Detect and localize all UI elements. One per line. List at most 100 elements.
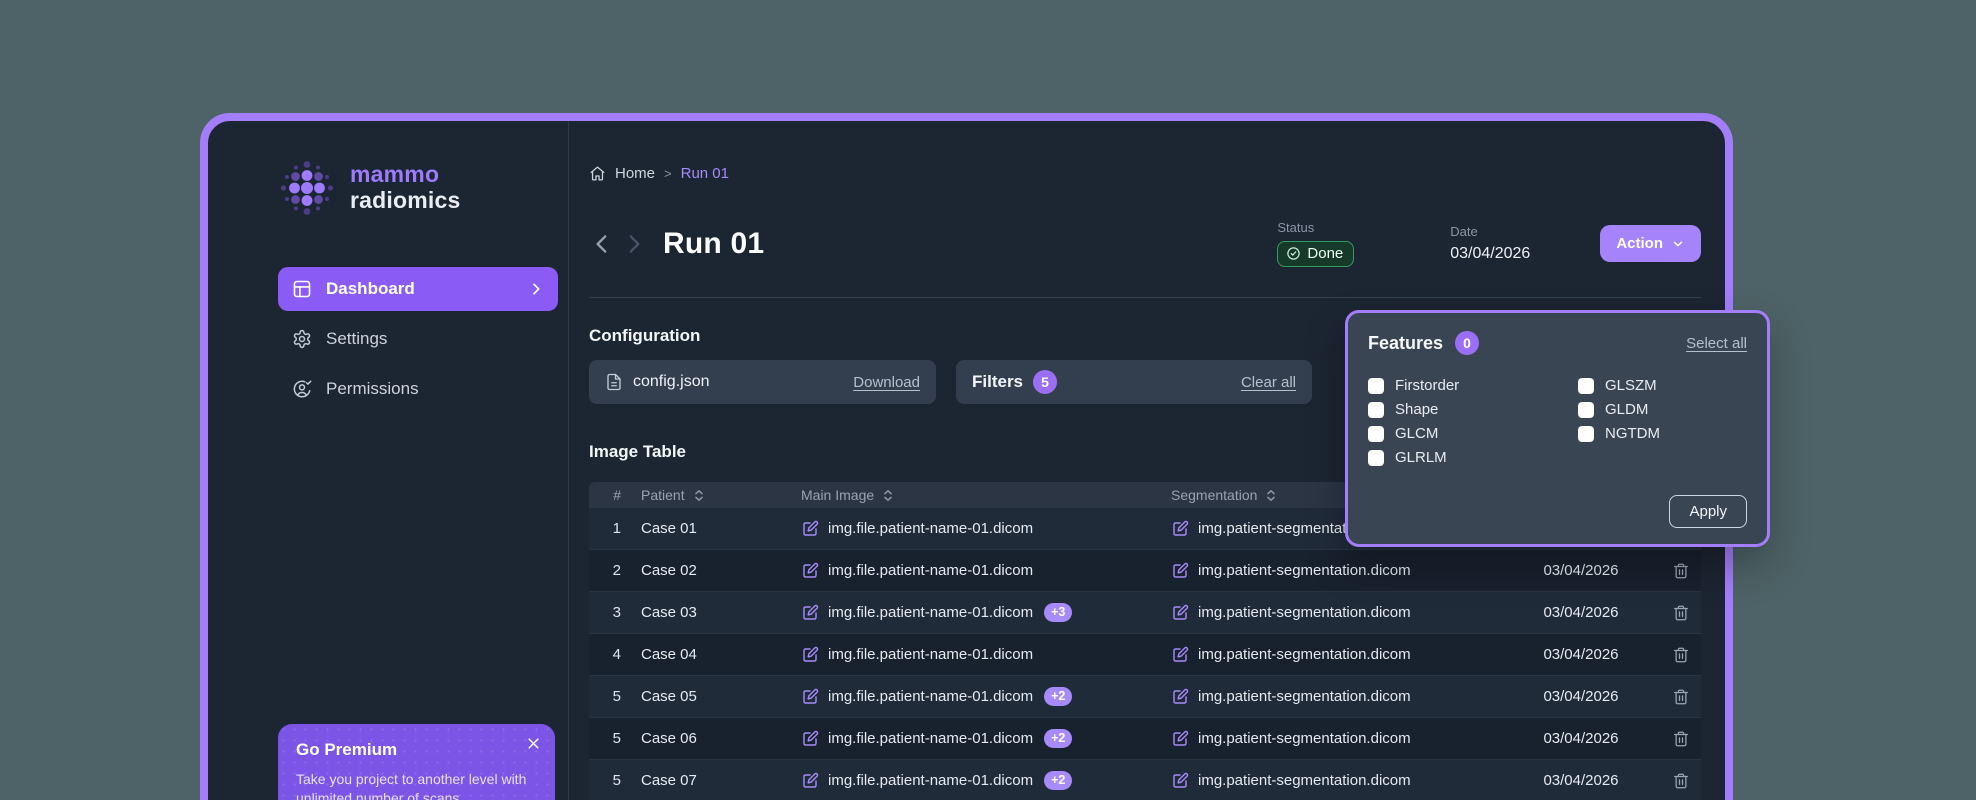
row-number: 5 — [612, 730, 621, 747]
date-label: Date — [1450, 224, 1478, 239]
trash-icon[interactable] — [1672, 562, 1690, 580]
segmentation-filename: img.patient-segmentation.dicom — [1198, 646, 1411, 663]
sort-icon — [882, 489, 894, 502]
breadcrumb-separator: > — [664, 166, 672, 181]
sidebar-item-label: Settings — [326, 329, 388, 348]
trash-icon[interactable] — [1672, 646, 1690, 664]
gear-icon — [292, 329, 312, 349]
feature-option[interactable]: Shape — [1368, 401, 1578, 418]
extra-images-badge: +2 — [1044, 729, 1073, 748]
patient-name: Case 06 — [641, 730, 697, 747]
main-image-cell: img.file.patient-name-01.dicom +2 — [801, 729, 1171, 748]
edit-icon[interactable] — [801, 730, 819, 748]
edit-icon[interactable] — [801, 520, 819, 538]
edit-icon[interactable] — [1171, 772, 1189, 790]
close-icon[interactable] — [526, 736, 541, 751]
row-date: 03/04/2026 — [1543, 646, 1619, 663]
table-column-header[interactable]: Patient — [629, 487, 801, 503]
row-date: 03/04/2026 — [1543, 562, 1619, 579]
sidebar-item-dashboard[interactable]: Dashboard — [278, 267, 558, 311]
header-divider — [589, 297, 1701, 298]
feature-option[interactable]: GLRLM — [1368, 449, 1578, 466]
sort-icon — [1265, 489, 1277, 502]
edit-icon[interactable] — [801, 772, 819, 790]
table-row[interactable]: 3 Case 03 img.file.patient-name-01.dicom… — [589, 592, 1701, 634]
patient-name: Case 01 — [641, 520, 697, 537]
table-row[interactable]: 5 Case 06 img.file.patient-name-01.dicom… — [589, 718, 1701, 760]
feature-option[interactable]: NGTDM — [1578, 425, 1747, 442]
edit-icon[interactable] — [801, 688, 819, 706]
edit-icon[interactable] — [1171, 520, 1189, 538]
chevron-left-icon[interactable] — [589, 231, 615, 257]
table-row[interactable]: 2 Case 02 img.file.patient-name-01.dicom… — [589, 550, 1701, 592]
feature-checkbox[interactable] — [1368, 449, 1384, 466]
sidebar-item-permissions[interactable]: Permissions — [278, 367, 558, 411]
row-number: 5 — [612, 688, 621, 705]
edit-icon[interactable] — [801, 646, 819, 664]
extra-images-badge: +2 — [1044, 687, 1073, 706]
features-title: Features — [1368, 332, 1444, 353]
feature-option[interactable]: GLSZM — [1578, 377, 1747, 394]
premium-description: Take you project to another level with u… — [296, 771, 527, 800]
user-check-icon — [292, 379, 312, 399]
edit-icon[interactable] — [1171, 646, 1189, 664]
main-image-filename: img.file.patient-name-01.dicom — [828, 688, 1034, 705]
extra-images-badge: +3 — [1044, 603, 1073, 622]
trash-icon[interactable] — [1672, 772, 1690, 790]
features-options-right: GLSZM GLDM NGTDM — [1578, 377, 1747, 466]
segmentation-cell: img.patient-segmentation.dicom — [1171, 688, 1501, 706]
row-number: 5 — [612, 772, 621, 789]
select-all-link[interactable]: Select all — [1686, 335, 1747, 352]
table-row[interactable]: 5 Case 05 img.file.patient-name-01.dicom… — [589, 676, 1701, 718]
date-value: 03/04/2026 — [1450, 245, 1531, 262]
sidebar-item-settings[interactable]: Settings — [278, 317, 558, 361]
breadcrumb-home[interactable]: Home — [615, 165, 655, 182]
trash-icon[interactable] — [1672, 730, 1690, 748]
segmentation-cell: img.patient-segmentation.dicom — [1171, 562, 1501, 580]
main-image-filename: img.file.patient-name-01.dicom — [828, 772, 1034, 789]
feature-option[interactable]: GLCM — [1368, 425, 1578, 442]
row-date: 03/04/2026 — [1543, 688, 1619, 705]
apply-button[interactable]: Apply — [1669, 495, 1747, 528]
app-name: mammo radiomics — [350, 161, 461, 213]
edit-icon[interactable] — [801, 562, 819, 580]
status-block: Status Done — [1277, 220, 1355, 267]
date-block: Date 03/04/2026 — [1450, 224, 1530, 263]
feature-option[interactable]: GLDM — [1578, 401, 1747, 418]
file-icon — [605, 373, 623, 391]
edit-icon[interactable] — [1171, 688, 1189, 706]
main-image-filename: img.file.patient-name-01.dicom — [828, 646, 1034, 663]
features-popup-header: Features 0 Select all — [1368, 331, 1747, 355]
feature-checkbox[interactable] — [1368, 377, 1384, 394]
edit-icon[interactable] — [1171, 562, 1189, 580]
main-image-cell: img.file.patient-name-01.dicom — [801, 520, 1171, 538]
table-column-header[interactable]: Main Image — [801, 487, 1171, 503]
feature-checkbox[interactable] — [1578, 425, 1594, 442]
patient-name: Case 05 — [641, 688, 697, 705]
download-link[interactable]: Download — [853, 374, 920, 391]
patient-name: Case 03 — [641, 604, 697, 621]
filters-count-badge: 5 — [1033, 370, 1058, 394]
row-number: 3 — [612, 604, 621, 621]
action-button[interactable]: Action — [1600, 225, 1701, 262]
feature-option[interactable]: Firstorder — [1368, 377, 1578, 394]
edit-icon[interactable] — [801, 604, 819, 622]
app-logo: mammo radiomics — [278, 159, 558, 217]
clear-all-link[interactable]: Clear all — [1241, 374, 1296, 391]
trash-icon[interactable] — [1672, 688, 1690, 706]
edit-icon[interactable] — [1171, 604, 1189, 622]
patient-name: Case 04 — [641, 646, 697, 663]
trash-icon[interactable] — [1672, 604, 1690, 622]
pager — [589, 231, 647, 257]
feature-checkbox[interactable] — [1368, 425, 1384, 442]
edit-icon[interactable] — [1171, 730, 1189, 748]
segmentation-cell: img.patient-segmentation.dicom — [1171, 772, 1501, 790]
breadcrumb: Home > Run 01 — [589, 165, 1701, 182]
table-row[interactable]: 5 Case 07 img.file.patient-name-01.dicom… — [589, 760, 1701, 800]
table-row[interactable]: 4 Case 04 img.file.patient-name-01.dicom… — [589, 634, 1701, 676]
main-image-cell: img.file.patient-name-01.dicom — [801, 562, 1171, 580]
feature-checkbox[interactable] — [1578, 377, 1594, 394]
chevron-right-icon[interactable] — [621, 231, 647, 257]
feature-checkbox[interactable] — [1578, 401, 1594, 418]
feature-checkbox[interactable] — [1368, 401, 1384, 418]
